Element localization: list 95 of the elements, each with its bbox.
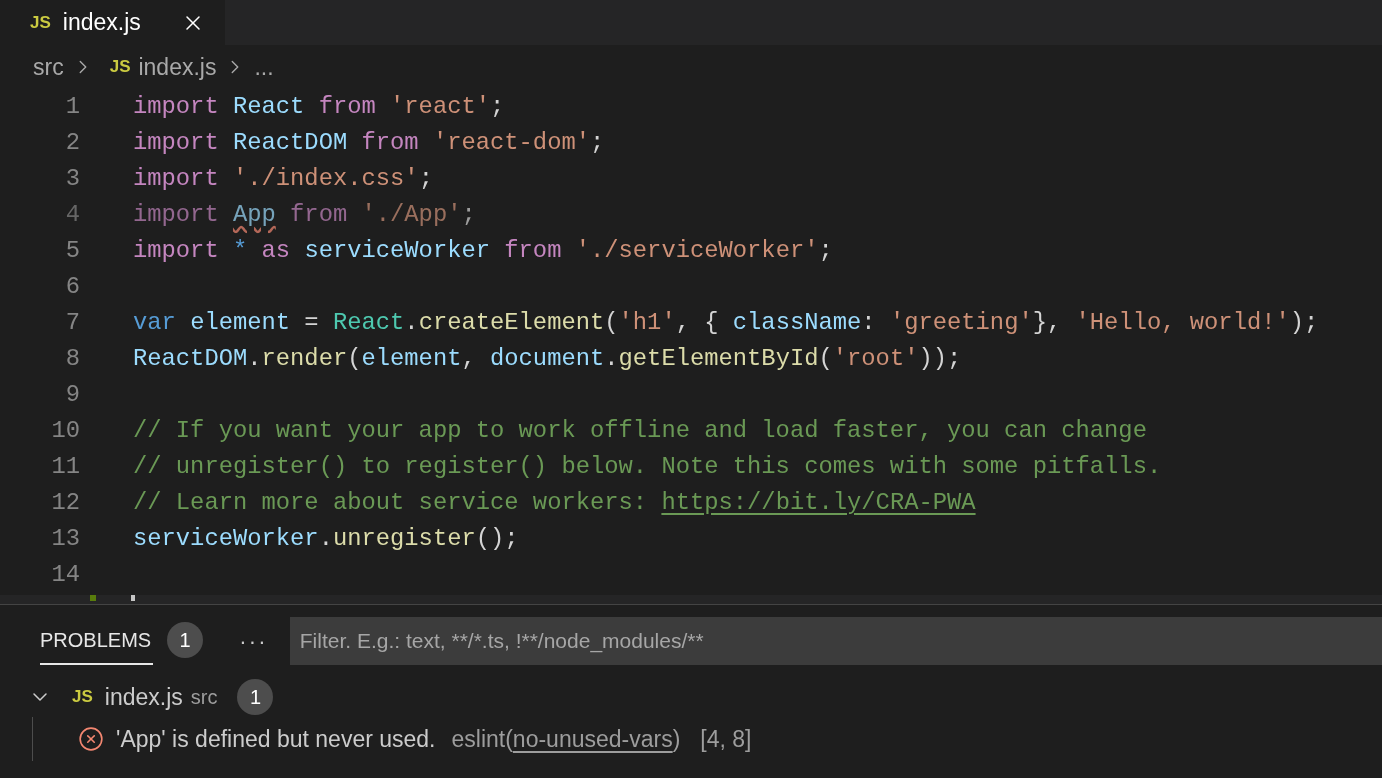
code-identifier: React <box>332 308 405 339</box>
line-number: 13 <box>50 524 80 555</box>
code-punctuation: )); <box>918 344 962 375</box>
code-punctuation: }, <box>1032 308 1063 339</box>
code-string: './serviceWorker' <box>575 236 819 267</box>
breadcrumb-item[interactable]: src <box>33 49 64 85</box>
line-number: 4 <box>64 200 80 231</box>
code-punctuation: ; <box>461 200 476 231</box>
code-punctuation: . <box>404 308 419 339</box>
code-punctuation: = <box>303 308 320 339</box>
code-punctuation: . <box>604 344 619 375</box>
code-punctuation: . <box>247 344 262 375</box>
code-punctuation: ; <box>418 164 433 195</box>
code-keyword: import <box>133 128 220 159</box>
problem-count-badge: 1 <box>167 622 204 658</box>
filter-field[interactable]: Filter. E.g.: text, **/*.ts, !**/node_modules/** <box>289 617 1382 665</box>
code-identifier: element <box>361 344 462 375</box>
code-identifier: ReactDOM <box>133 344 248 375</box>
breadcrumb-item[interactable]: index.js <box>138 49 217 85</box>
line-number: 6 <box>64 272 80 303</box>
code-identifier: document <box>490 344 605 375</box>
code-string: 'h1' <box>618 308 676 339</box>
line-number: 7 <box>64 308 80 339</box>
code-string: 'react-dom' <box>432 128 590 159</box>
code-function: getElementById <box>618 344 819 375</box>
js-file-icon: JS <box>109 54 131 80</box>
horizontal-scrollbar[interactable] <box>0 595 1382 605</box>
code-identifier: React <box>232 92 306 123</box>
more-actions-button[interactable]: ··· <box>239 624 268 658</box>
tab-label: index.js <box>62 8 141 38</box>
code-punctuation: : <box>861 308 877 339</box>
code-punctuation: . <box>318 524 333 555</box>
code-function: render <box>261 344 348 375</box>
code-keyword: * <box>232 236 249 267</box>
code-keyword: as <box>261 236 292 267</box>
code-keyword: from <box>361 128 420 159</box>
line-number: 14 <box>50 560 80 591</box>
line-number: 1 <box>64 92 80 123</box>
code-punctuation: ( <box>818 344 833 375</box>
code-string: 'greeting' <box>889 308 1033 339</box>
code-keyword: from <box>504 236 563 267</box>
code-keyword: import <box>133 236 220 267</box>
code-identifier: App <box>232 200 276 231</box>
code-keyword: import <box>133 200 220 231</box>
code-identifier: serviceWorker <box>133 524 319 555</box>
line-number: 5 <box>64 236 80 267</box>
problem-source: eslint( <box>451 724 513 754</box>
code-punctuation: , { <box>675 308 720 339</box>
code-punctuation: ( <box>604 308 619 339</box>
editor-tab[interactable]: JS index.js <box>0 0 225 45</box>
code-identifier: className <box>732 308 862 339</box>
problem-count-badge: 1 <box>237 679 274 715</box>
rule-link[interactable]: no-unused-vars <box>512 721 673 757</box>
problem-folder: src <box>190 685 218 710</box>
code-keyword: import <box>133 164 220 195</box>
problem-source: ) <box>672 724 681 754</box>
code-keyword: var <box>133 308 177 339</box>
code-keyword: import <box>133 92 220 123</box>
code-identifier: serviceWorker <box>304 236 492 267</box>
code-punctuation: ( <box>347 344 362 375</box>
code-punctuation: ; <box>818 236 833 267</box>
code-punctuation: (); <box>475 524 519 555</box>
problem-position: [4, 8] <box>700 724 752 754</box>
line-number: 11 <box>50 452 80 483</box>
code-string: 'root' <box>832 344 919 375</box>
code-punctuation: , <box>461 344 477 375</box>
breadcrumb-item[interactable]: ... <box>254 49 274 85</box>
code-string: './App' <box>361 200 462 231</box>
js-file-icon: JS <box>72 684 93 710</box>
code-keyword: from <box>318 92 377 123</box>
line-number: 8 <box>64 344 80 375</box>
line-number: 12 <box>50 488 80 519</box>
code-string: 'react' <box>390 92 491 123</box>
code-identifier: element <box>190 308 291 339</box>
code-link[interactable]: https://bit.ly/CRA-PWA <box>661 485 976 521</box>
line-number: 2 <box>64 128 80 159</box>
code-string: './index.css' <box>232 164 419 195</box>
code-comment: // Learn more about service workers: <box>133 488 649 519</box>
problem-message[interactable]: 'App' is defined but never used. <box>116 721 436 757</box>
code-punctuation: ); <box>1289 308 1319 339</box>
code-comment: // If you want your app to work offline and load faster, you can change <box>133 416 1147 447</box>
code-identifier: ReactDOM <box>232 128 349 159</box>
code-string: 'Hello, world!' <box>1075 308 1290 339</box>
code-keyword: from <box>289 200 349 231</box>
problem-file-name[interactable]: index.js <box>104 679 183 715</box>
js-file-icon: JS <box>30 9 51 36</box>
code-function: createElement <box>418 308 605 339</box>
line-number: 9 <box>64 380 80 411</box>
code-punctuation: ; <box>490 92 505 123</box>
line-number: 10 <box>50 416 80 447</box>
code-comment: // unregister() to register() below. Note this comes with some pitfalls. <box>133 452 1162 483</box>
line-number: 3 <box>64 164 80 195</box>
code-function: unregister <box>332 524 476 555</box>
error-icon <box>78 726 104 752</box>
code-punctuation: ; <box>590 128 605 159</box>
